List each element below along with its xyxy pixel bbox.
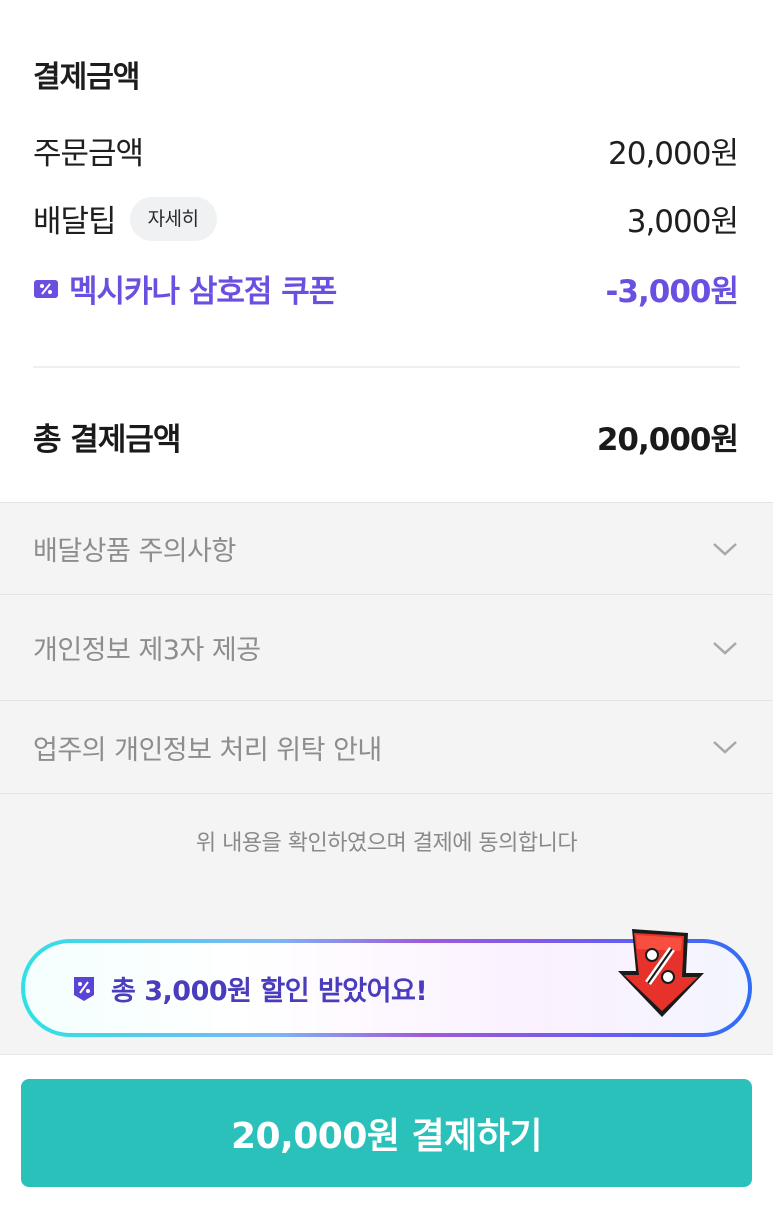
chevron-down-icon — [713, 641, 737, 655]
accordion-label: 개인정보 제3자 제공 — [33, 635, 261, 666]
order-amount-row: 주문금액 20,000원 — [33, 128, 739, 173]
terms-section: 배달상품 주의사항 개인정보 제3자 제공 업주의 개인정보 처리 위탁 안내 … — [0, 502, 773, 1054]
percent-arrow-badge-icon — [618, 929, 704, 1017]
total-row: 총 결제금액 20,000원 — [33, 414, 739, 459]
accordion-label: 배달상품 주의사항 — [33, 536, 236, 567]
order-amount-value: 20,000원 — [608, 136, 739, 172]
chevron-down-icon — [713, 741, 737, 754]
total-value: 20,000원 — [596, 422, 739, 458]
payment-summary: 결제금액 주문금액 20,000원 배달팁 자세히 3,000원 멕시카나 삼호… — [0, 0, 773, 502]
coupon-icon — [34, 279, 58, 298]
delivery-tip-label-group: 배달팁 자세히 — [33, 196, 217, 241]
order-amount-label: 주문금액 — [33, 136, 144, 172]
section-title: 결제금액 — [33, 60, 140, 95]
divider — [33, 366, 740, 368]
accordion-delivery-notice[interactable]: 배달상품 주의사항 — [0, 503, 773, 595]
coupon-label-group: 멕시카나 삼호점 쿠폰 — [33, 266, 337, 311]
discount-tag-icon — [74, 977, 94, 1001]
chevron-down-icon — [713, 542, 737, 556]
coupon-value: -3,000원 — [605, 274, 739, 310]
total-label: 총 결제금액 — [33, 422, 181, 458]
delivery-tip-detail-button[interactable]: 자세히 — [129, 196, 217, 241]
delivery-tip-row: 배달팁 자세히 3,000원 — [33, 196, 739, 241]
pay-button[interactable]: 20,000원 결제하기 — [21, 1079, 752, 1187]
delivery-tip-label: 배달팁 — [33, 204, 117, 240]
bottom-bar: 20,000원 결제하기 — [0, 1054, 773, 1207]
coupon-row: 멕시카나 삼호점 쿠폰 -3,000원 — [33, 266, 739, 311]
agreement-text: 위 내용을 확인하였으며 결제에 동의합니다 — [195, 831, 578, 856]
discount-banner-text: 총 3,000원 할인 받았어요! — [111, 975, 428, 1007]
coupon-label: 멕시카나 삼호점 쿠폰 — [69, 274, 337, 310]
delivery-tip-value: 3,000원 — [626, 204, 739, 240]
accordion-label: 업주의 개인정보 처리 위탁 안내 — [33, 734, 382, 766]
accordion-privacy-outsourcing[interactable]: 업주의 개인정보 처리 위탁 안내 — [0, 701, 773, 794]
accordion-third-party[interactable]: 개인정보 제3자 제공 — [0, 595, 773, 701]
checkout-page: 결제금액 주문금액 20,000원 배달팁 자세히 3,000원 멕시카나 삼호… — [0, 0, 773, 1207]
